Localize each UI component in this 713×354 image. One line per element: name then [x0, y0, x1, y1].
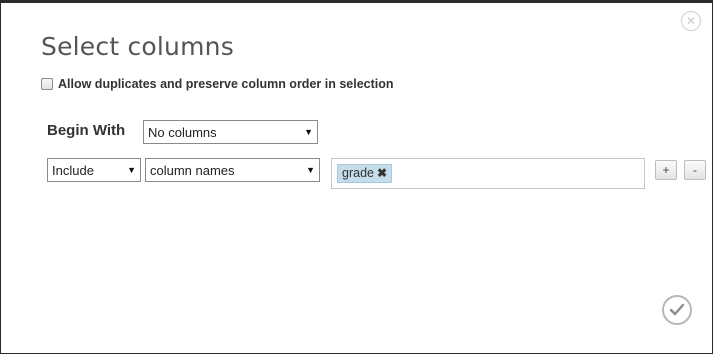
begin-with-label: Begin With — [47, 122, 126, 139]
chevron-down-icon: ▼ — [127, 165, 136, 175]
dialog-title: Select columns — [41, 32, 234, 61]
select-columns-dialog: ✕ Select columns Allow duplicates and pr… — [1, 3, 712, 353]
column-tag: grade ✖ — [337, 163, 393, 183]
chevron-down-icon: ▼ — [304, 127, 313, 137]
add-rule-button[interactable]: + — [655, 160, 677, 180]
confirm-button[interactable] — [662, 295, 692, 325]
rule-type-select[interactable]: column names ▼ — [145, 158, 320, 182]
begin-with-select[interactable]: No columns ▼ — [143, 120, 318, 144]
remove-rule-button[interactable]: - — [684, 160, 706, 180]
close-button[interactable]: ✕ — [681, 11, 701, 31]
close-icon: ✕ — [685, 14, 697, 28]
rule-type-value: column names — [150, 162, 235, 178]
checkmark-icon — [669, 303, 685, 316]
allow-duplicates-option[interactable]: Allow duplicates and preserve column ord… — [41, 77, 394, 91]
rule-mode-select[interactable]: Include ▼ — [47, 158, 141, 182]
column-tag-label: grade — [342, 166, 374, 180]
begin-with-value: No columns — [148, 124, 217, 140]
chevron-down-icon: ▼ — [306, 165, 315, 175]
allow-duplicates-label: Allow duplicates and preserve column ord… — [58, 77, 394, 91]
column-names-input[interactable]: grade ✖ — [331, 158, 645, 189]
rule-mode-value: Include — [52, 162, 94, 178]
remove-x-icon[interactable]: ✖ — [377, 166, 387, 180]
allow-duplicates-checkbox[interactable] — [41, 78, 53, 90]
